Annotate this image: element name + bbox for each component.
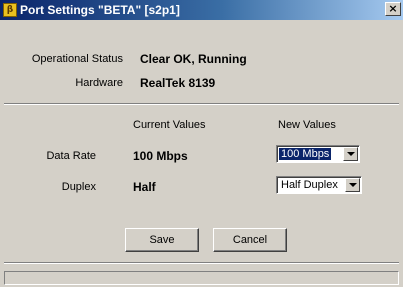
duplex-label: Duplex xyxy=(61,181,96,193)
app-icon: β xyxy=(3,3,17,17)
new-values-header: New Values xyxy=(278,119,336,131)
title-bar: β Port Settings "BETA" [s2p1] × xyxy=(0,0,403,20)
section-divider xyxy=(4,103,399,105)
cancel-button[interactable]: Cancel xyxy=(213,228,287,252)
operational-status-label: Operational Status xyxy=(31,53,123,65)
data-rate-selected-value: 100 Mbps xyxy=(279,148,332,160)
hardware-label: Hardware xyxy=(75,77,123,89)
duplex-select[interactable]: Half Duplex xyxy=(276,176,362,194)
data-rate-current-value: 100 Mbps xyxy=(133,149,188,163)
bottom-divider xyxy=(4,262,399,264)
duplex-current-value: Half xyxy=(133,180,156,194)
save-button[interactable]: Save xyxy=(125,228,199,252)
data-rate-select[interactable]: 100 Mbps xyxy=(276,145,360,163)
close-button[interactable]: × xyxy=(385,2,401,16)
operational-status-value: Clear OK, Running xyxy=(140,52,247,66)
current-values-header: Current Values xyxy=(133,119,206,131)
data-rate-label: Data Rate xyxy=(46,150,96,162)
window-title: Port Settings "BETA" [s2p1] xyxy=(20,3,180,17)
dropdown-arrow-icon[interactable] xyxy=(345,178,360,192)
duplex-selected-value: Half Duplex xyxy=(281,179,338,191)
hardware-value: RealTek 8139 xyxy=(140,76,216,90)
dropdown-arrow-icon[interactable] xyxy=(343,147,358,161)
status-bar xyxy=(4,271,399,285)
